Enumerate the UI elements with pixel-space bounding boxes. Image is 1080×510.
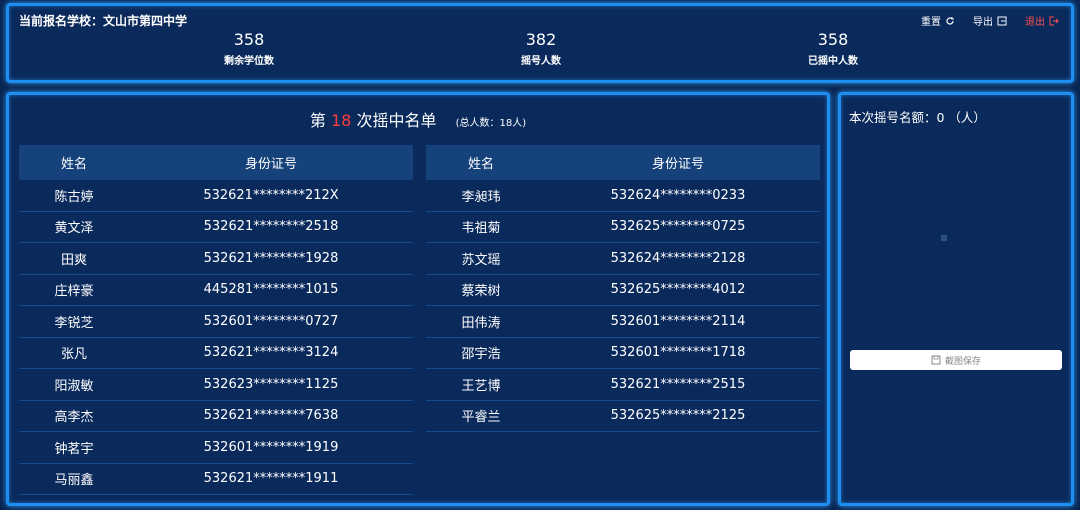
stat-value: 382	[525, 30, 557, 49]
student-id: 532621********1928	[203, 250, 339, 266]
student-name: 田爽	[60, 252, 87, 268]
student-id: 532601********1919	[203, 439, 339, 455]
table-row: 陈古婷 532621********212X	[19, 180, 413, 212]
placeholder-dot	[941, 235, 947, 241]
student-name: 高李杰	[54, 410, 94, 426]
student-id: 532621********212X	[203, 187, 339, 203]
stat-label: 摇号人数	[521, 56, 561, 67]
table-row: 苏文瑶 532624********2128	[426, 243, 820, 275]
student-name: 李锐芝	[54, 315, 94, 331]
student-id: 532625********4012	[610, 282, 746, 298]
student-id: 445281********1015	[203, 282, 339, 298]
stat-label: 剩余学位数	[224, 56, 274, 67]
student-id: 532621********2515	[610, 376, 746, 392]
table-row: 黄文泽 532621********2518	[19, 212, 413, 243]
column-name: 姓名	[60, 157, 87, 172]
student-name: 王艺博	[461, 378, 501, 394]
list-title: 第 18 次摇中名单 (总人数：18人)	[9, 107, 827, 131]
reset-label: 重置	[921, 17, 941, 28]
stat-applicants: 382 摇号人数	[451, 30, 631, 67]
table-row: 王艺博 532621********2515	[426, 369, 820, 401]
student-name: 蔡荣树	[461, 284, 501, 300]
table-row: 蔡荣树 532625********4012	[426, 275, 820, 306]
student-name: 邵宇浩	[461, 347, 501, 363]
student-id: 532621********1911	[203, 471, 339, 487]
stat-value: 358	[233, 30, 265, 49]
title-suffix: 次摇中名单	[356, 111, 437, 130]
round-number: 18	[331, 111, 352, 130]
side-panel: 本次摇号名额：0 （人） 截图保存	[838, 92, 1074, 506]
table-header: 姓名 身份证号	[19, 145, 413, 180]
student-name: 田伟涛	[461, 315, 501, 331]
table-row: 韦祖菊 532625********0725	[426, 212, 820, 243]
student-name: 钟茗宇	[54, 441, 94, 457]
student-name: 张凡	[60, 347, 87, 363]
student-id: 532601********0727	[203, 313, 339, 329]
table-header: 姓名 身份证号	[426, 145, 820, 180]
column-id: 身份证号	[244, 157, 297, 172]
export-button[interactable]: 导出	[973, 13, 1007, 28]
student-name: 阳淑敏	[54, 378, 94, 394]
refresh-icon	[946, 16, 954, 25]
logout-icon	[1049, 16, 1059, 25]
student-name: 李昶玮	[461, 189, 501, 205]
student-id: 532601********1718	[610, 345, 746, 361]
student-id: 532601********2114	[610, 313, 746, 329]
table-row: 高李杰 532621********7638	[19, 401, 413, 432]
total-count: (总人数：18人)	[455, 118, 527, 129]
stat-selected: 358 已摇中人数	[743, 30, 923, 67]
title-prefix: 第	[309, 111, 326, 130]
table-body: 陈古婷 532621********212X 黄文泽 532621********25…	[19, 180, 413, 495]
table-row: 田伟涛 532601********2114	[426, 306, 820, 338]
student-name: 庄梓豪	[54, 284, 94, 300]
table-row: 田爽 532621********1928	[19, 243, 413, 275]
table-row: 平睿兰 532625********2125	[426, 401, 820, 432]
reset-button[interactable]: 重置	[921, 13, 955, 28]
quota-text: 本次摇号名额：0 （人）	[849, 110, 986, 125]
student-name: 黄文泽	[54, 221, 94, 237]
student-name: 陈古婷	[54, 189, 94, 205]
school-title: 当前报名学校：文山市第四中学	[19, 14, 188, 28]
table-row: 张凡 532621********3124	[19, 338, 413, 369]
table-row: 阳淑敏 532623********1125	[19, 369, 413, 401]
stat-remaining: 358 剩余学位数	[159, 30, 339, 67]
export-icon	[997, 16, 1007, 25]
table-row: 马丽鑫 532621********1911	[19, 464, 413, 495]
student-name: 苏文瑶	[461, 252, 501, 268]
student-name: 平睿兰	[461, 410, 501, 426]
header-panel: 当前报名学校：文山市第四中学 重置 导出 退出 358 剩余学位数 382 摇号…	[6, 3, 1074, 83]
table-row: 钟茗宇 532601********1919	[19, 432, 413, 464]
student-id: 532623********1125	[203, 376, 339, 392]
student-id: 532624********0233	[610, 187, 746, 203]
student-name: 韦祖菊	[461, 221, 501, 237]
save-label: 截图保存	[944, 356, 981, 367]
result-table-left: 姓名 身份证号 陈古婷 532621********212X 黄文泽 532621**…	[19, 145, 413, 495]
logout-button[interactable]: 退出	[1025, 13, 1059, 28]
screenshot-save-button[interactable]: 截图保存	[850, 350, 1062, 370]
student-id: 532621********2518	[203, 219, 339, 235]
student-id: 532625********0725	[610, 219, 746, 235]
save-icon	[931, 355, 941, 365]
top-actions: 重置 导出 退出	[921, 13, 1059, 28]
stat-label: 已摇中人数	[808, 56, 858, 67]
table-row: 庄梓豪 445281********1015	[19, 275, 413, 306]
table-row: 邵宇浩 532601********1718	[426, 338, 820, 369]
table-body: 李昶玮 532624********0233 韦祖菊 532625********07…	[426, 180, 820, 432]
column-id: 身份证号	[651, 157, 704, 172]
student-name: 马丽鑫	[54, 473, 94, 489]
stat-value: 358	[817, 30, 849, 49]
student-id: 532625********2125	[610, 408, 746, 424]
table-row: 李锐芝 532601********0727	[19, 306, 413, 338]
result-table-right: 姓名 身份证号 李昶玮 532624********0233 韦祖菊 532625**…	[426, 145, 820, 432]
column-name: 姓名	[467, 157, 494, 172]
result-list-panel: 第 18 次摇中名单 (总人数：18人) 姓名 身份证号 陈古婷 532621**…	[6, 92, 830, 506]
student-id: 532621********7638	[203, 408, 339, 424]
table-row: 李昶玮 532624********0233	[426, 180, 820, 212]
logout-label: 退出	[1025, 17, 1045, 28]
student-id: 532621********3124	[203, 345, 339, 361]
export-label: 导出	[973, 17, 993, 28]
student-id: 532624********2128	[610, 250, 746, 266]
